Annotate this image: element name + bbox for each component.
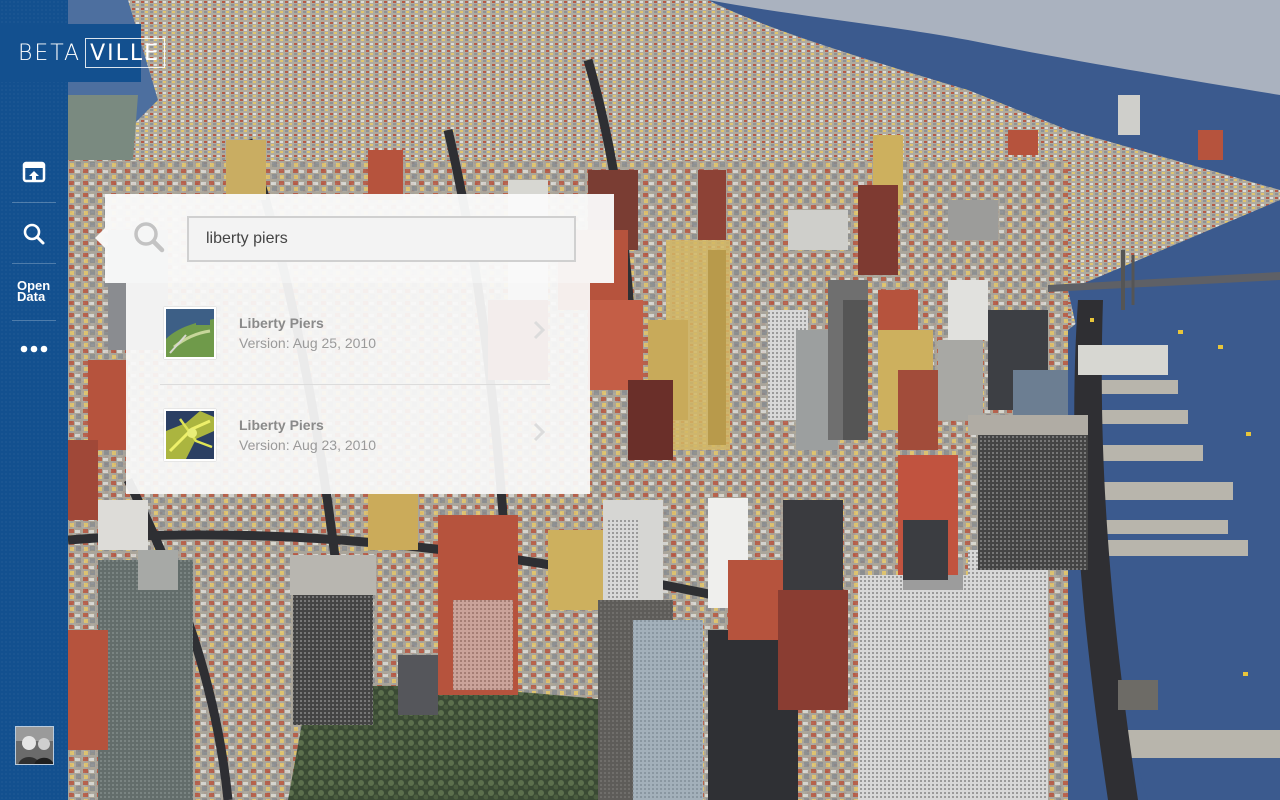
result-version: Version: Aug 23, 2010 <box>239 437 376 453</box>
more-button[interactable] <box>0 320 68 378</box>
result-item[interactable]: Liberty Piers Version: Aug 25, 2010 <box>160 283 550 384</box>
search-input[interactable] <box>187 216 576 262</box>
result-thumbnail <box>164 409 216 461</box>
logo-beta-text: BETA <box>18 40 82 66</box>
betaville-logo: BETA VILLE <box>0 24 166 82</box>
result-thumbnail <box>164 307 216 359</box>
search-results-list: Liberty Piers Version: Aug 25, 2010 Libe… <box>126 283 590 494</box>
sidebar-divider <box>12 202 56 203</box>
search-button[interactable] <box>0 205 68 263</box>
chevron-right-icon <box>533 320 546 340</box>
result-title: Liberty Piers <box>239 417 324 433</box>
search-panel <box>95 194 614 283</box>
result-item[interactable]: Liberty Piers Version: Aug 23, 2010 <box>160 384 550 485</box>
open-data-label: Open Data <box>17 279 51 303</box>
upload-button[interactable] <box>0 143 68 201</box>
result-version: Version: Aug 25, 2010 <box>239 335 376 351</box>
search-icon <box>23 223 45 245</box>
search-icon <box>134 222 165 253</box>
sidebar: BETA VILLE Open Data <box>0 0 166 800</box>
logo-ville-text: VILLE <box>85 38 166 68</box>
chevron-right-icon <box>533 422 546 442</box>
avatar-image <box>16 727 53 764</box>
open-data-button[interactable]: Open Data <box>0 262 68 320</box>
upload-icon <box>22 161 46 183</box>
user-avatar[interactable] <box>15 726 54 765</box>
more-icon <box>20 345 48 353</box>
result-title: Liberty Piers <box>239 315 324 331</box>
